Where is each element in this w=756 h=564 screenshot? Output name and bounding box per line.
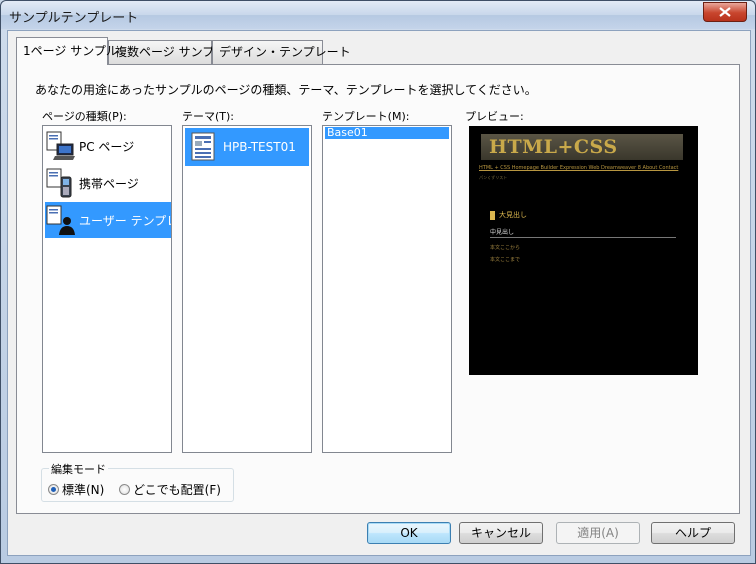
theme-list[interactable]: HPB-TEST01 — [182, 125, 312, 453]
radio-free-placement-label: どこでも配置(F) — [133, 483, 221, 497]
page-type-pc[interactable]: PC ページ — [45, 128, 171, 164]
mobile-page-icon — [46, 168, 72, 198]
preview-heading-marker — [490, 210, 495, 220]
close-icon — [719, 7, 731, 17]
radio-standard[interactable]: 標準(N) — [48, 481, 104, 498]
page-type-mobile[interactable]: 携帯ページ — [45, 165, 171, 201]
radio-standard-label: 標準(N) — [62, 483, 105, 497]
help-button[interactable]: ヘルプ — [651, 522, 735, 544]
preview-label: プレビュー: — [465, 110, 524, 123]
pc-page-icon — [46, 131, 75, 160]
radio-free-placement-indicator[interactable] — [119, 484, 130, 495]
cancel-button[interactable]: キャンセル — [459, 522, 543, 544]
preview-heading2: 中見出し — [490, 229, 515, 236]
tab-single-page-sample[interactable]: 1ページ サンプル — [16, 37, 118, 65]
page-type-label-pc: PC ページ — [79, 139, 135, 154]
preview-heading1: 大見出し — [490, 210, 527, 220]
tab-panel: あなたの用途にあったサンプルのページの種類、テーマ、テンプレートを選択してくださ… — [16, 64, 740, 514]
preview-text-start: 本文ここから — [490, 245, 521, 251]
theme-item-hpb-test01[interactable]: HPB-TEST01 — [185, 128, 309, 166]
preview-divider — [490, 237, 676, 238]
tab-multi-page-sample[interactable]: 複数ページ サンプル — [108, 40, 226, 64]
template-item-base01[interactable]: Base01 — [325, 127, 449, 139]
close-button[interactable] — [703, 2, 747, 22]
page-type-list[interactable]: PC ページ 携帯ページ ユーザー テンプ — [42, 125, 172, 453]
template-preview: HTML+CSS HTML + CSS Homepage Builder Exp… — [469, 126, 698, 375]
preview-text-end: 本文ここまで — [490, 257, 521, 263]
page-type-label-user-template: ユーザー テンプレート — [79, 213, 171, 228]
instruction-text: あなたの用途にあったサンプルのページの種類、テーマ、テンプレートを選択してくださ… — [35, 83, 537, 97]
page-type-user-template[interactable]: ユーザー テンプレート — [45, 202, 171, 238]
edit-mode-group: 編集モード 標準(N) どこでも配置(F) — [41, 461, 234, 502]
tab-design-template[interactable]: デザイン・テンプレート — [212, 40, 351, 64]
dialog-client-area: 1ページ サンプル 複数ページ サンプル デザイン・テンプレート あなたの用途に… — [7, 30, 751, 556]
page-type-label-mobile: 携帯ページ — [79, 176, 139, 191]
template-list[interactable]: Base01 — [322, 125, 452, 453]
apply-button[interactable]: 適用(A) — [556, 522, 640, 544]
template-label: テンプレート(M): — [322, 110, 410, 123]
radio-free-placement[interactable]: どこでも配置(F) — [119, 481, 221, 498]
page-type-label: ページの種類(P): — [42, 110, 127, 123]
preview-nav: HTML + CSS Homepage Builder Expression W… — [479, 165, 679, 171]
theme-document-icon — [191, 132, 215, 161]
user-template-icon — [46, 205, 75, 235]
ok-button[interactable]: OK — [367, 522, 451, 544]
edit-mode-label: 編集モード — [49, 461, 108, 477]
window-title: サンプルテンプレート — [9, 11, 139, 26]
title-bar[interactable]: サンプルテンプレート — [1, 1, 755, 29]
radio-standard-indicator[interactable] — [48, 484, 59, 495]
preview-breadcrumb: パンくずリスト — [479, 175, 508, 180]
dialog-window: サンプルテンプレート 1ページ サンプル 複数ページ サンプル デザイン・テンプ… — [0, 0, 756, 564]
preview-logo: HTML+CSS — [481, 134, 683, 160]
preview-heading1-text: 大見出し — [499, 211, 527, 219]
theme-item-label: HPB-TEST01 — [223, 140, 296, 154]
theme-label: テーマ(T): — [182, 110, 235, 123]
